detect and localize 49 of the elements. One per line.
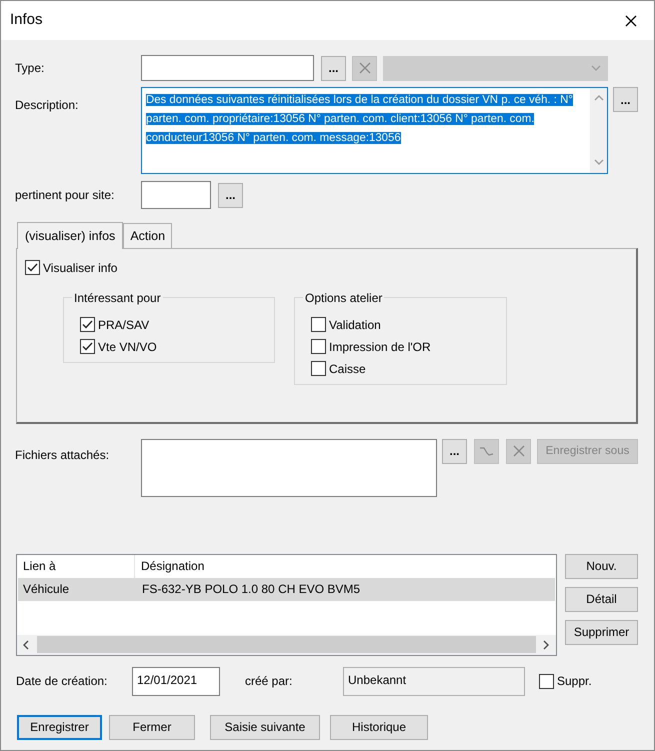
checkbox[interactable]	[311, 339, 326, 354]
horizontal-scrollbar[interactable]	[17, 634, 556, 655]
close-icon	[624, 14, 638, 28]
checkbox-label[interactable]: Caisse	[329, 360, 366, 378]
created-by-field: Unbekannt	[343, 666, 525, 696]
dialog-button[interactable]: Saisie suivante	[210, 714, 320, 740]
checkbox[interactable]	[80, 317, 95, 332]
tab[interactable]: Action	[123, 223, 172, 248]
checkbox-label[interactable]: Vte VN/VO	[98, 338, 157, 356]
site-field[interactable]	[141, 181, 211, 209]
side-button[interactable]: Supprimer	[565, 620, 638, 645]
field-label: pertinent pour site:	[15, 187, 116, 204]
tab[interactable]: (visualiser) infos	[17, 222, 124, 249]
checkbox[interactable]	[539, 674, 554, 689]
table-cell-text: FS-632-YB POLO 1.0 80 CH EVO BVM5	[141, 581, 362, 598]
table-row[interactable]: Véhicule FS-632-YB POLO 1.0 80 CH EVO BVM5	[18, 578, 555, 601]
side-button[interactable]: Nouv.	[565, 554, 638, 579]
dialog-button[interactable]: Historique	[330, 714, 428, 740]
field-label: Fichiers attachés:	[15, 446, 110, 464]
browse-button[interactable]: ...	[613, 87, 638, 112]
dialog-button[interactable]: Enregistrer	[17, 714, 102, 740]
checkbox-label[interactable]: Visualiser info	[43, 258, 118, 277]
description-text: Des données suivantes réinitialisées lors de la création du dossier VN p. ce véh. : N° parten. com. propriétaire:13056 N° parten. com. client:13056 N° parten. com. conducteur13056 N° parten. com. message:13056	[145, 93, 574, 146]
description-field[interactable]	[141, 87, 608, 174]
field-label: Date de création:	[16, 673, 108, 690]
column-header[interactable]: Désignation	[135, 557, 556, 576]
checkbox-label[interactable]: PRA/SAV	[98, 316, 150, 334]
browse-button[interactable]: ...	[321, 56, 346, 80]
dialog-button[interactable]: Fermer	[109, 714, 195, 740]
window-title: Infos	[10, 10, 43, 30]
date-field[interactable]: 12/01/2021	[132, 666, 220, 696]
side-button[interactable]: Détail	[565, 586, 638, 612]
checkbox[interactable]	[25, 260, 40, 276]
table-cell-text: Véhicule	[22, 581, 70, 598]
checkbox[interactable]	[80, 339, 95, 354]
checkbox[interactable]	[311, 317, 326, 332]
clear-icon	[358, 61, 372, 75]
browse-button[interactable]: ...	[442, 438, 467, 464]
field-label: Type:	[15, 60, 46, 77]
field-label: Description:	[15, 97, 80, 114]
checkbox-label[interactable]: Impression de l'OR	[329, 338, 431, 356]
attachments-field[interactable]	[141, 438, 437, 497]
checkbox-label[interactable]: Suppr.	[557, 672, 592, 690]
checkbox-label[interactable]: Validation	[329, 316, 381, 334]
field-label: créé par:	[245, 673, 294, 690]
browse-button[interactable]: ...	[218, 182, 243, 208]
delete-icon	[512, 444, 526, 458]
type-field[interactable]	[141, 55, 314, 81]
checkbox[interactable]	[311, 361, 326, 376]
